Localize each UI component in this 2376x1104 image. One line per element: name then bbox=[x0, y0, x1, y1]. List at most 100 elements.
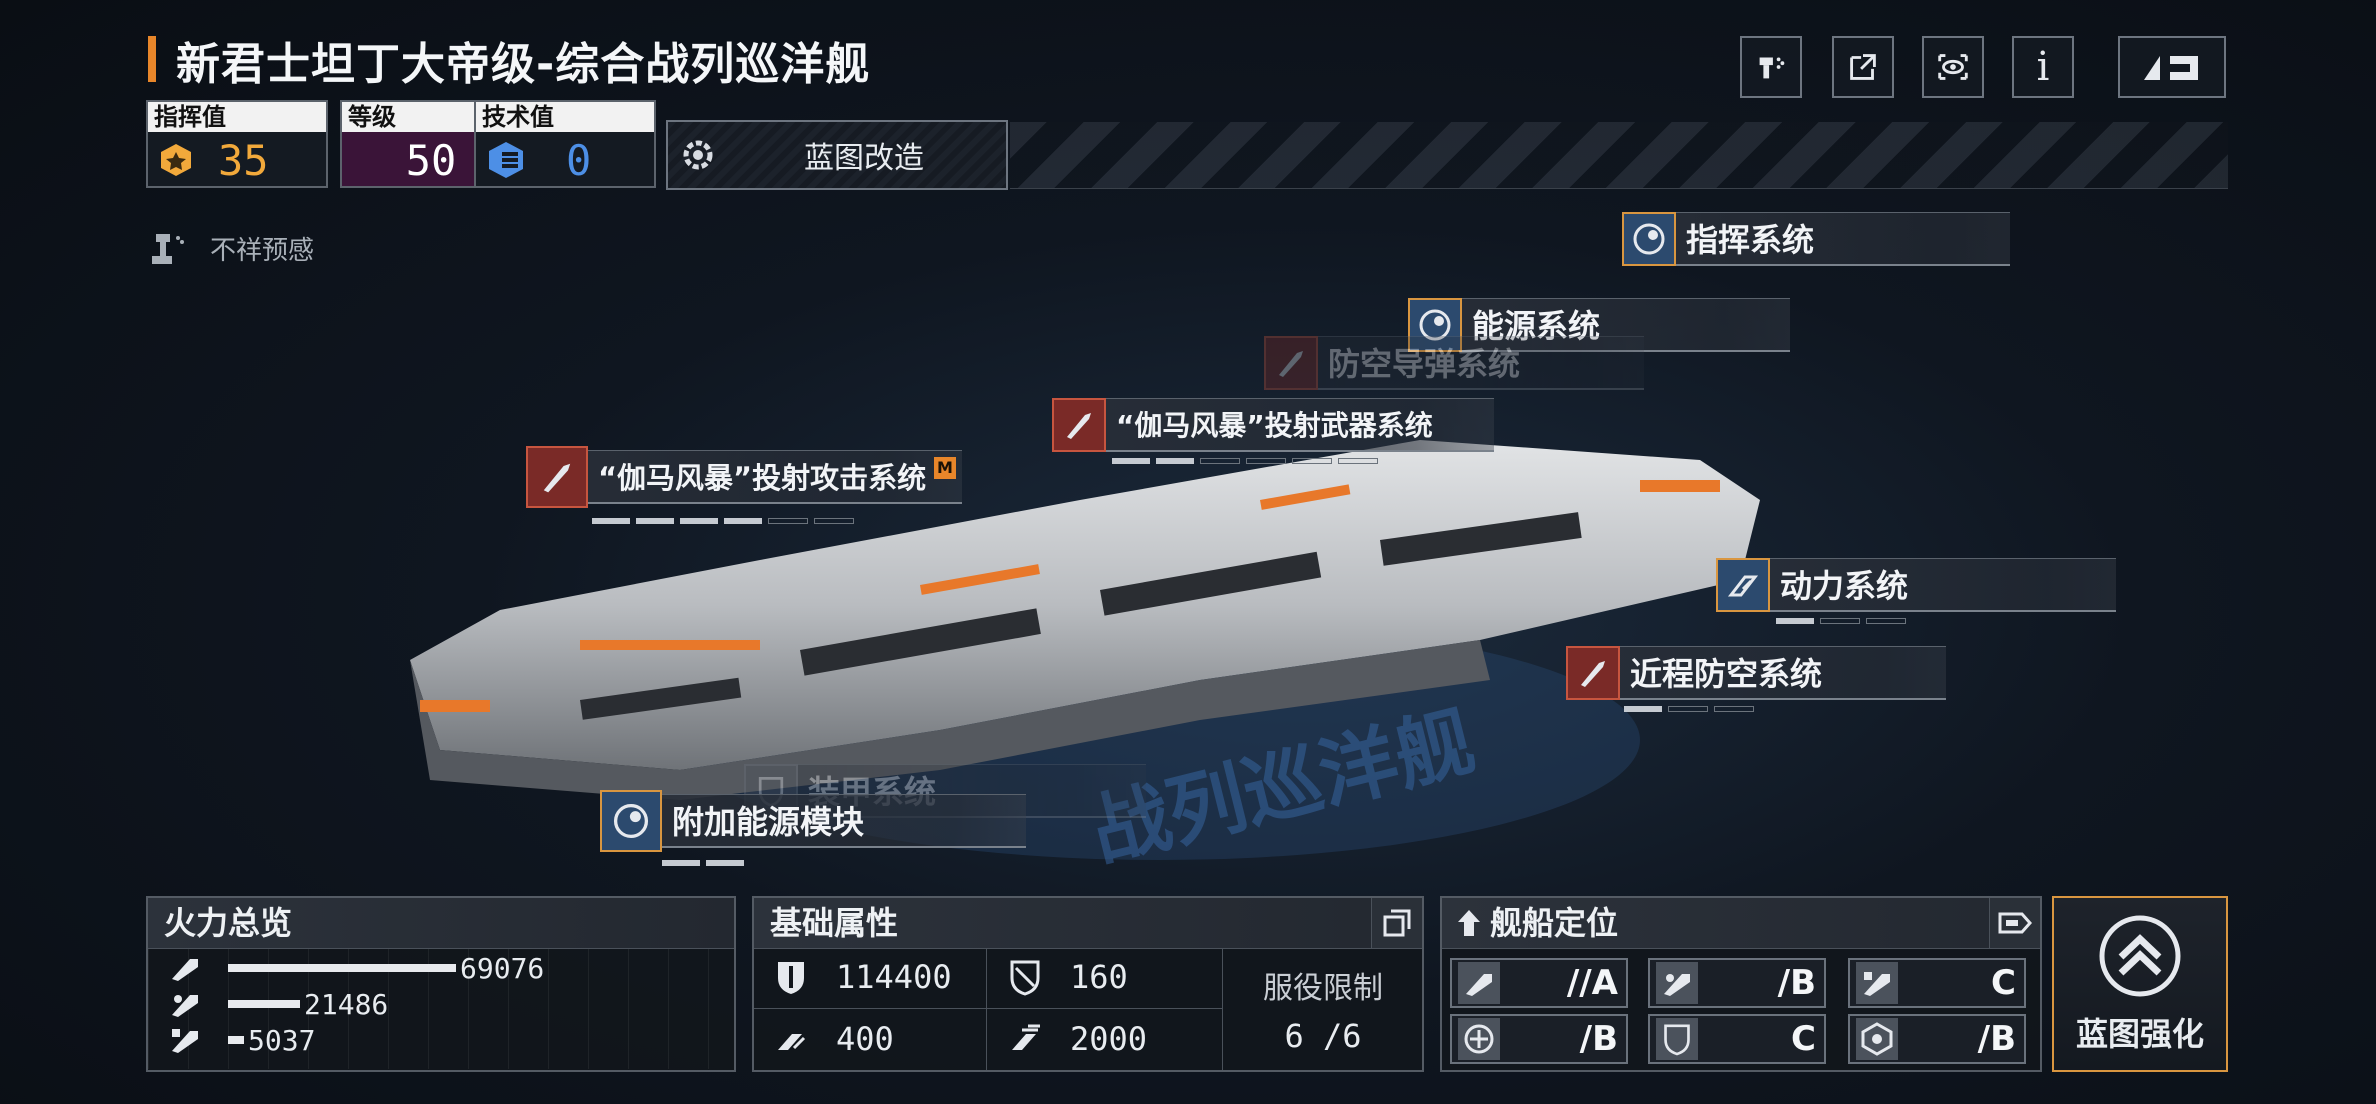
missile-icon bbox=[1581, 661, 1605, 687]
blueprint-enhance-button[interactable]: 蓝图强化 bbox=[2052, 896, 2228, 1072]
role-rating: C bbox=[1991, 963, 2016, 1003]
base-attributes-title: 基础属性 bbox=[754, 898, 1422, 949]
role-cell-anti-ship[interactable]: //A bbox=[1450, 958, 1628, 1008]
role-rating: /B bbox=[1579, 1019, 1618, 1059]
role-cell-siege[interactable]: C bbox=[1848, 958, 2026, 1008]
survival-role-icon bbox=[1856, 1018, 1898, 1060]
warp-icon bbox=[1012, 1024, 1040, 1050]
target-icon bbox=[1633, 223, 1665, 255]
paint-spray-button[interactable] bbox=[1740, 36, 1802, 98]
module-ciws-system[interactable]: 近程防空系统 bbox=[1566, 644, 1946, 702]
firepower-panel: 火力总览 69076 21486 5037 bbox=[146, 896, 736, 1072]
role-cell-anti-air[interactable]: /B bbox=[1648, 958, 1826, 1008]
command-value: 35 bbox=[218, 135, 269, 185]
firepower-row-anti-ship: 69076 bbox=[168, 951, 544, 985]
module-gamma-attack-system[interactable]: “伽马风暴”投射攻击系统 M bbox=[526, 446, 962, 508]
level-value: 50 bbox=[405, 135, 457, 185]
range-value: 2000 bbox=[1070, 1020, 1148, 1058]
anti-air-role-icon bbox=[1656, 962, 1698, 1004]
rank-icon bbox=[1458, 910, 1480, 936]
module-label: “伽马风暴”投射武器系统 bbox=[1106, 398, 1494, 452]
blueprint-enhance-label: 蓝图强化 bbox=[2075, 1015, 2204, 1053]
firepower-row-siege: 5037 bbox=[168, 1023, 315, 1057]
role-rating: /B bbox=[1777, 963, 1816, 1003]
module-aux-energy-module[interactable]: 附加能源模块 bbox=[600, 790, 1026, 852]
role-cell-support[interactable]: /B bbox=[1450, 1014, 1628, 1064]
module-level-pips bbox=[1112, 458, 1378, 466]
back-button[interactable] bbox=[2118, 36, 2226, 98]
module-level-pips bbox=[1776, 618, 1906, 626]
command-icon bbox=[161, 144, 191, 176]
role-rating: //A bbox=[1566, 963, 1618, 1003]
shield-attr: 160 bbox=[1008, 958, 1128, 996]
ship-title: 新君士坦丁大帝级-综合战列巡洋舰 bbox=[176, 39, 871, 90]
firepower-value: 5037 bbox=[248, 1023, 316, 1057]
firepower-bar bbox=[228, 1036, 244, 1044]
base-attributes-panel: 基础属性 114400 160 400 2000 服役限制 6 /6 bbox=[752, 896, 1424, 1072]
role-cell-survival[interactable]: /B bbox=[1848, 1014, 2026, 1064]
role-rating: C bbox=[1791, 1019, 1816, 1059]
tag-icon bbox=[1998, 912, 2032, 934]
armor-value: 114400 bbox=[836, 958, 952, 996]
module-label: 附加能源模块 bbox=[662, 794, 1026, 848]
expand-attributes-button[interactable] bbox=[1371, 898, 1422, 948]
firepower-bar bbox=[228, 1000, 300, 1008]
role-cell-defense[interactable]: C bbox=[1648, 1014, 1826, 1064]
title-accent-bar bbox=[148, 36, 156, 82]
service-limit-label: 服役限制 bbox=[1263, 971, 1383, 1006]
module-label: 防空导弹系统 bbox=[1318, 336, 1644, 390]
share-button[interactable] bbox=[1832, 36, 1894, 98]
speed-attr: 400 bbox=[774, 1020, 894, 1058]
header-stripe-rail bbox=[1010, 122, 2228, 189]
module-icon bbox=[600, 790, 662, 852]
positioning-header: 舰船定位 bbox=[1442, 898, 2040, 949]
range-attr: 2000 bbox=[1008, 1020, 1147, 1058]
window-expand-icon bbox=[1383, 909, 1411, 937]
shield-break-icon bbox=[1010, 960, 1040, 996]
firepower-bar bbox=[228, 964, 456, 972]
service-limit-value: 6 /6 bbox=[1284, 1017, 1362, 1055]
blueprint-modify-button[interactable]: 蓝图改造 bbox=[666, 120, 1008, 190]
target-icon bbox=[613, 803, 649, 839]
module-propulsion-system[interactable]: 动力系统 bbox=[1716, 556, 2116, 614]
role-rating: /B bbox=[1977, 1019, 2016, 1059]
tech-value: 0 bbox=[566, 135, 592, 185]
firepower-row-anti-air: 21486 bbox=[168, 987, 388, 1021]
module-badge: M bbox=[934, 457, 956, 479]
service-limit: 服役限制 6 /6 bbox=[1222, 948, 1423, 1070]
positioning-tag-button[interactable] bbox=[1989, 898, 2040, 948]
info-button[interactable]: i bbox=[2012, 36, 2074, 98]
double-chevron-up-icon bbox=[2099, 915, 2181, 997]
missile-icon bbox=[543, 463, 571, 493]
firepower-value: 21486 bbox=[304, 987, 389, 1021]
module-gamma-weapon-system[interactable]: “伽马风暴”投射武器系统 bbox=[1052, 396, 1494, 454]
module-aa-missile-system[interactable]: 防空导弹系统 bbox=[1264, 334, 1644, 392]
module-level-pips bbox=[592, 518, 854, 526]
module-label: 近程防空系统 bbox=[1620, 646, 1946, 700]
module-command-system[interactable]: 指挥系统 bbox=[1622, 210, 2010, 268]
speed-value: 400 bbox=[836, 1020, 894, 1058]
command-stat: 指挥值 35 bbox=[146, 100, 328, 188]
blueprint-modify-label: 蓝图改造 bbox=[804, 141, 924, 176]
tech-icon bbox=[489, 142, 523, 178]
tech-label: 技术值 bbox=[476, 102, 654, 132]
omen-label: 不祥预感 bbox=[210, 235, 315, 266]
tech-stat: 技术值 0 bbox=[474, 100, 656, 188]
module-label-text: “伽马风暴”投射攻击系统 bbox=[598, 461, 927, 495]
eye-icon bbox=[1938, 54, 1968, 80]
command-label: 指挥值 bbox=[148, 102, 326, 132]
speed-icon bbox=[778, 1034, 806, 1050]
module-label: “伽马风暴”投射攻击系统 M bbox=[588, 450, 962, 504]
defense-role-icon bbox=[1656, 1018, 1698, 1060]
firepower-value: 69076 bbox=[460, 951, 545, 985]
module-label: 动力系统 bbox=[1770, 558, 2116, 612]
view-button[interactable] bbox=[1922, 36, 1984, 98]
siege-role-icon bbox=[1856, 962, 1898, 1004]
module-icon bbox=[1264, 336, 1318, 390]
back-arrow-icon bbox=[2144, 56, 2198, 80]
external-link-icon bbox=[1850, 54, 1876, 80]
gear-wrench-icon bbox=[683, 140, 713, 170]
omen-indicator[interactable]: 不祥预感 bbox=[150, 228, 314, 268]
support-role-icon bbox=[1458, 1018, 1500, 1060]
spray-icon bbox=[1759, 57, 1785, 79]
